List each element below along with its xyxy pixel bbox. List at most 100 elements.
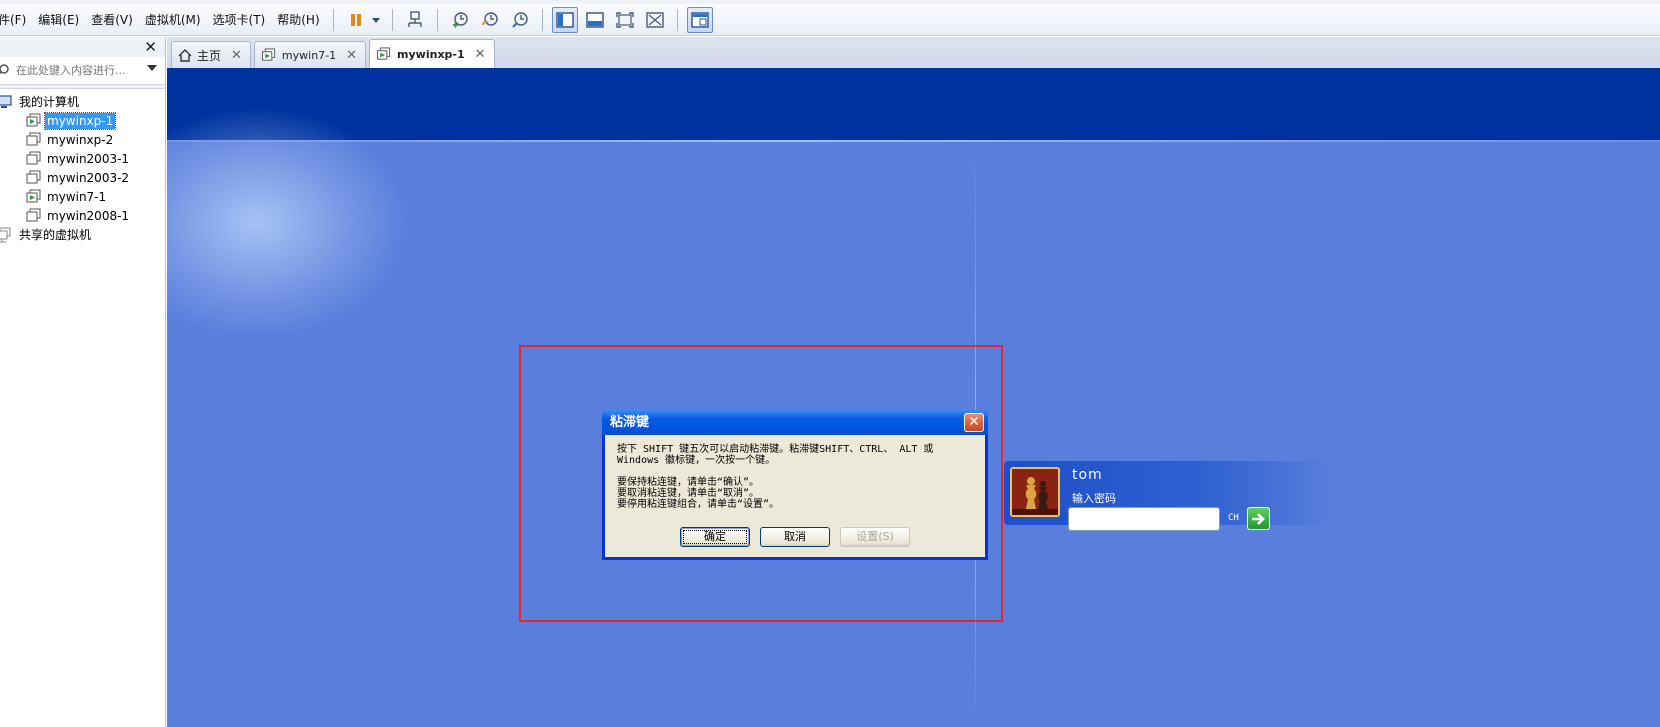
- tab-mywin7-1[interactable]: mywin7-1 ✕: [253, 41, 367, 68]
- vm-console[interactable]: 粘滞键 ✕ 按下 SHIFT 键五次可以启动粘滞键。粘滞键SHIFT、CTRL、…: [167, 68, 1660, 727]
- snapshot-take-button[interactable]: [447, 7, 473, 33]
- close-tab-icon[interactable]: ✕: [231, 48, 242, 63]
- library-tree: 我的计算机 mywinxp-1 mywinxp-2 mywin2003-1 my…: [0, 89, 165, 244]
- password-input[interactable]: [1068, 507, 1220, 531]
- ok-button[interactable]: 确定: [680, 527, 750, 547]
- close-tab-icon[interactable]: ✕: [346, 48, 357, 63]
- tree-item-label: mywin2003-1: [47, 151, 130, 166]
- vm-icon: [26, 132, 42, 148]
- tree-item-vm[interactable]: mywin7-1: [0, 187, 165, 206]
- tree-item-vm[interactable]: mywinxp-1: [0, 111, 165, 130]
- search-icon: [0, 63, 10, 80]
- snapshot-take-icon: [452, 11, 468, 27]
- toolbar-separator: [391, 8, 393, 31]
- dialog-text-gap: [617, 466, 973, 477]
- search-dropdown-icon[interactable]: [147, 65, 157, 71]
- dialog-text-line: 按下 SHIFT 键五次可以启动粘滞键。粘滞键SHIFT、CTRL、 ALT 或: [617, 444, 934, 455]
- computer-icon: [0, 94, 12, 110]
- library-search-input[interactable]: [16, 64, 144, 77]
- close-tab-icon[interactable]: ✕: [475, 47, 486, 62]
- send-ctrl-alt-del-icon: [407, 10, 422, 27]
- snapshot-manager-button[interactable]: [507, 7, 533, 33]
- send-ctrl-alt-del-button[interactable]: [402, 7, 428, 33]
- library-search: [0, 57, 165, 85]
- snapshot-revert-icon: [481, 11, 498, 26]
- tabs-view-icon: [690, 11, 709, 28]
- snapshot-revert-button[interactable]: [477, 7, 503, 33]
- dialog-text-line: 要保持粘连键，请单击“确认”。: [617, 477, 760, 488]
- pause-dropdown-button[interactable]: [369, 7, 383, 33]
- arrow-right-icon: [1251, 512, 1265, 525]
- tree-item-vm[interactable]: mywin2003-1: [0, 149, 165, 168]
- tree-item-label: mywin7-1: [47, 189, 107, 204]
- tab-mywinxp-1[interactable]: mywinxp-1 ✕: [369, 39, 495, 68]
- dialog-title-bar[interactable]: 粘滞键 ✕: [602, 410, 988, 435]
- tab-home[interactable]: 主页 ✕: [171, 41, 251, 68]
- close-icon[interactable]: ✕: [964, 413, 984, 432]
- tree-item-vm[interactable]: mywin2008-1: [0, 206, 165, 225]
- menu-help[interactable]: 帮助(H): [271, 8, 325, 32]
- tree-item-vm[interactable]: mywin2003-2: [0, 168, 165, 187]
- tree-item-label: mywinxp-2: [47, 132, 114, 147]
- tree-item-label: 我的计算机: [19, 95, 80, 109]
- username: tom: [1072, 467, 1103, 483]
- vm-running-icon: [26, 113, 42, 129]
- tab-label: mywin7-1: [281, 48, 337, 62]
- close-library-icon[interactable]: ✕: [144, 38, 157, 56]
- pause-button[interactable]: [343, 7, 369, 33]
- login-go-button[interactable]: [1247, 507, 1270, 530]
- dialog-text-line: 要取消粘连键，请单击“取消”。: [617, 488, 760, 499]
- fullscreen-icon: [615, 11, 634, 28]
- dialog-buttons: 确定 取消 设置(S): [605, 527, 985, 547]
- menu-view[interactable]: 查看(V): [85, 8, 139, 32]
- vm-icon: [26, 170, 42, 186]
- library-panel-header: ✕: [0, 37, 165, 57]
- tree-item-label: mywin2003-2: [47, 170, 130, 185]
- tab-bar: 主页 ✕ mywin7-1 ✕ mywinxp-1 ✕: [167, 37, 1660, 68]
- library-view-button[interactable]: [551, 6, 578, 33]
- toolbar-separator: [436, 8, 438, 31]
- tab-label: 主页: [197, 48, 222, 63]
- dialog-message: 按下 SHIFT 键五次可以启动粘滞键。粘滞键SHIFT、CTRL、 ALT 或…: [605, 435, 985, 510]
- tree-item-shared-vms[interactable]: 共享的虚拟机: [0, 225, 165, 244]
- menu-file[interactable]: 件(F): [0, 8, 32, 32]
- home-icon: [178, 48, 192, 62]
- fullscreen-button[interactable]: [612, 7, 638, 33]
- tree-item-vm[interactable]: mywinxp-2: [0, 130, 165, 149]
- tree-item-my-computer[interactable]: 我的计算机: [0, 92, 165, 111]
- xp-welcome-top-line: [167, 140, 1660, 142]
- sticky-keys-dialog: 粘滞键 ✕ 按下 SHIFT 键五次可以启动粘滞键。粘滞键SHIFT、CTRL、…: [602, 410, 988, 560]
- library-panel: ✕ 我的计算机 mywinxp-1 mywinxp-2: [0, 37, 166, 727]
- password-label: 输入密码: [1072, 492, 1116, 505]
- menu-edit[interactable]: 编辑(E): [32, 8, 85, 32]
- menubar: 件(F) 编辑(E) 查看(V) 虚拟机(M) 选项卡(T) 帮助(H): [0, 4, 1660, 36]
- toolbar-separator: [541, 8, 543, 31]
- menu-tabs[interactable]: 选项卡(T): [207, 8, 272, 32]
- dialog-text-line: 要停用粘连键组合，请单击“设置”。: [617, 499, 780, 510]
- menu-vm[interactable]: 虚拟机(M): [139, 8, 207, 32]
- unity-button[interactable]: [642, 7, 668, 33]
- xp-welcome-top-band: [167, 68, 1660, 140]
- unity-icon: [645, 11, 664, 28]
- toolbar-separator: [676, 8, 678, 31]
- library-view-icon: [555, 11, 574, 28]
- user-avatar[interactable]: [1010, 467, 1060, 517]
- vm-icon: [261, 47, 277, 63]
- chess-avatar-icon: [1012, 469, 1058, 515]
- vm-icon: [26, 151, 42, 167]
- tree-item-label: mywin2008-1: [47, 208, 130, 223]
- user-login-tile[interactable]: tom 输入密码 CH: [1004, 461, 1334, 531]
- tree-item-label: mywinxp-1: [43, 111, 117, 130]
- cancel-button[interactable]: 取消: [760, 527, 830, 547]
- snapshot-manager-icon: [511, 11, 528, 28]
- pause-icon: [350, 13, 361, 26]
- console-view-icon: [585, 11, 604, 28]
- vm-icon: [26, 208, 42, 224]
- tabs-view-button[interactable]: [686, 6, 713, 33]
- console-view-button[interactable]: [582, 7, 608, 33]
- dialog-title: 粘滞键: [610, 415, 650, 430]
- vm-icon: [376, 46, 392, 62]
- input-language-indicator[interactable]: CH: [1228, 513, 1239, 523]
- xp-welcome-glow: [167, 108, 407, 338]
- tab-label: mywinxp-1: [397, 47, 465, 61]
